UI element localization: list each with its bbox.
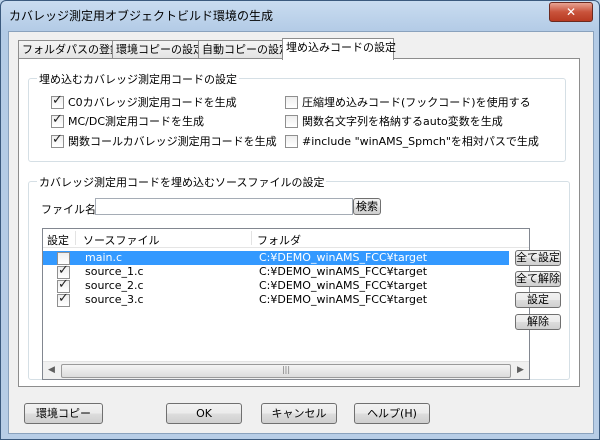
option-label: 関数コールカバレッジ測定用コードを生成: [68, 135, 277, 148]
filename-input[interactable]: [95, 198, 353, 215]
row-file: source_2.c: [85, 279, 144, 292]
option-label: MC/DC測定用コードを生成: [68, 115, 205, 128]
group-title: カバレッジ測定用コードを埋め込むソースファイルの設定: [37, 174, 327, 190]
column-divider[interactable]: [75, 231, 76, 245]
clear-button[interactable]: 解除: [515, 314, 561, 330]
search-button[interactable]: 検索: [353, 198, 381, 215]
window-title: カバレッジ測定用オブジェクトビルド環境の生成: [9, 9, 274, 23]
env-copy-button[interactable]: 環境コピー: [24, 403, 103, 424]
scrollbar-thumb[interactable]: |||: [61, 364, 511, 378]
checkbox[interactable]: [51, 93, 64, 109]
option-function-name-auto-var[interactable]: 関数名文字列を格納するauto変数を生成: [285, 113, 503, 129]
row-folder: C:¥DEMO_winAMS_FCC¥target: [259, 293, 428, 306]
list-header: 設定 ソースファイル フォルダ: [43, 229, 529, 248]
table-row[interactable]: source_1.c C:¥DEMO_winAMS_FCC¥target: [43, 263, 509, 279]
option-label: C0カバレッジ測定用コードを生成: [68, 96, 237, 109]
set-all-button[interactable]: 全て設定: [515, 250, 561, 266]
option-function-call-coverage[interactable]: 関数コールカバレッジ測定用コードを生成: [51, 132, 277, 149]
column-header-folder[interactable]: フォルダ: [257, 232, 301, 248]
option-label: 関数名文字列を格納するauto変数を生成: [302, 115, 503, 128]
scroll-right-arrow-icon[interactable]: ▶: [512, 362, 529, 379]
row-file: source_3.c: [85, 293, 144, 306]
option-label: 圧縮埋め込みコード(フックコード)を使用する: [302, 96, 531, 109]
checkbox[interactable]: [285, 114, 298, 128]
cancel-button[interactable]: キャンセル: [261, 403, 337, 424]
option-c0-coverage[interactable]: C0カバレッジ測定用コードを生成: [51, 93, 237, 110]
checkbox[interactable]: [51, 112, 64, 128]
row-folder: C:¥DEMO_winAMS_FCC¥target: [259, 251, 428, 264]
source-file-list[interactable]: 設定 ソースファイル フォルダ main.c C:¥DEMO_winAMS_FC…: [42, 228, 530, 380]
row-checkbox[interactable]: [57, 291, 70, 307]
table-row[interactable]: main.c C:¥DEMO_winAMS_FCC¥target: [43, 251, 509, 265]
scroll-left-arrow-icon[interactable]: ◀: [43, 362, 60, 379]
row-file: source_1.c: [85, 265, 144, 278]
row-folder: C:¥DEMO_winAMS_FCC¥target: [259, 265, 428, 278]
ok-button[interactable]: OK: [166, 403, 242, 424]
set-button[interactable]: 設定: [515, 292, 561, 308]
title-bar[interactable]: カバレッジ測定用オブジェクトビルド環境の生成 ✕: [1, 1, 599, 29]
group-title: 埋め込むカバレッジ測定用コードの設定: [37, 71, 239, 87]
tab-auto-copy[interactable]: 自動コピーの設定: [198, 40, 290, 59]
option-label: #include "winAMS_Spmch"を相対パスで生成: [302, 135, 539, 148]
horizontal-scrollbar[interactable]: ◀ ||| ▶: [43, 361, 529, 379]
row-file: main.c: [85, 251, 123, 264]
row-folder: C:¥DEMO_winAMS_FCC¥target: [259, 279, 428, 292]
filename-label: ファイル名:: [41, 203, 100, 216]
tab-label: 自動コピーの設定: [202, 43, 290, 56]
close-button[interactable]: ✕: [549, 2, 593, 22]
table-row[interactable]: source_2.c C:¥DEMO_winAMS_FCC¥target: [43, 277, 509, 293]
tab-folder-path[interactable]: フォルダパスの登録: [18, 40, 121, 59]
column-divider[interactable]: [251, 231, 252, 245]
help-button[interactable]: ヘルプ(H): [354, 403, 430, 424]
column-header-setting[interactable]: 設定: [47, 232, 69, 248]
tab-env-copy[interactable]: 環境コピーの設定: [112, 40, 204, 59]
option-include-relative-path[interactable]: #include "winAMS_Spmch"を相対パスで生成: [285, 133, 539, 149]
option-compressed-hook-code[interactable]: 圧縮埋め込みコード(フックコード)を使用する: [285, 94, 531, 110]
clear-all-button[interactable]: 全て解除: [515, 271, 561, 287]
tab-embed-code[interactable]: 埋め込みコードの設定: [282, 38, 396, 60]
checkbox[interactable]: [51, 132, 64, 148]
checkbox[interactable]: [285, 134, 298, 148]
checkbox[interactable]: [285, 95, 298, 109]
column-header-source-file[interactable]: ソースファイル: [83, 232, 159, 248]
tab-label: フォルダパスの登録: [22, 43, 121, 56]
tab-label: 埋め込みコードの設定: [286, 41, 396, 54]
table-row[interactable]: source_3.c C:¥DEMO_winAMS_FCC¥target: [43, 291, 509, 307]
option-mcdc[interactable]: MC/DC測定用コードを生成: [51, 112, 205, 129]
tab-label: 環境コピーの設定: [116, 43, 204, 56]
